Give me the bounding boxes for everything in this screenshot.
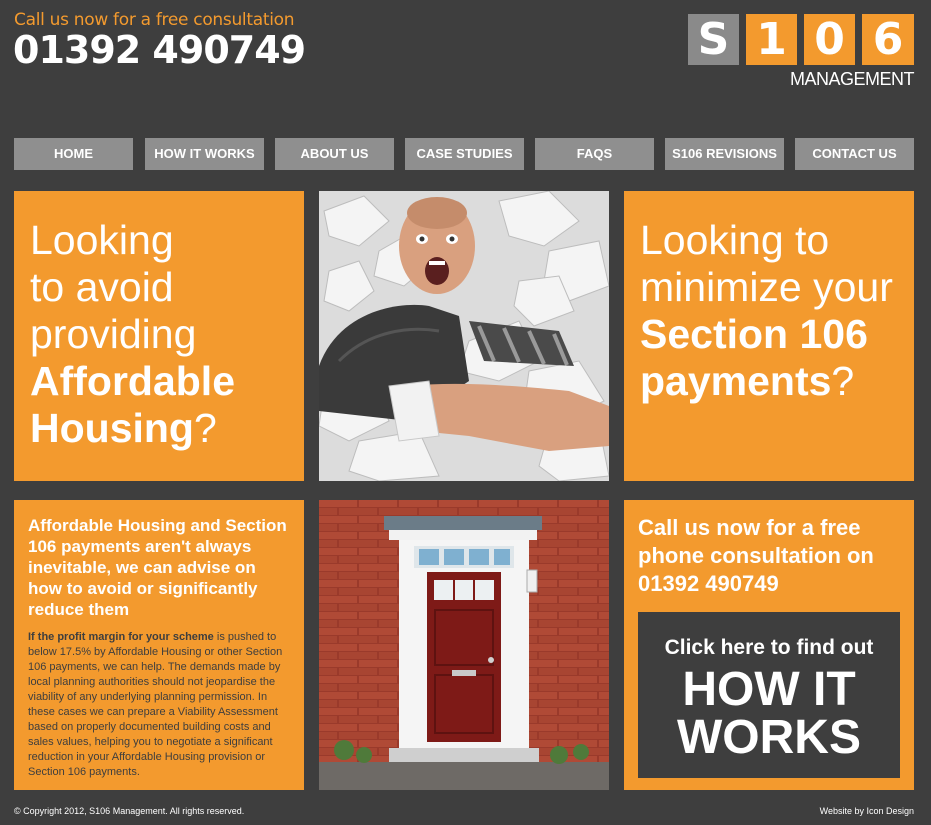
logo-letter-1: 1	[746, 14, 797, 65]
main-nav: HOME HOW IT WORKS ABOUT US CASE STUDIES …	[14, 138, 914, 170]
question-line: Looking	[30, 217, 174, 263]
logo[interactable]: S 1 0 6 MANAGEMENT	[688, 14, 915, 94]
how-it-works-button[interactable]: Click here to find out HOW IT WORKS	[638, 612, 900, 778]
info-heading: Affordable Housing and Section 106 payme…	[28, 516, 287, 619]
footer-credit-link[interactable]: Website by Icon Design	[820, 806, 914, 816]
question-line: to avoid	[30, 264, 174, 310]
question-line-bold: Affordable	[30, 358, 235, 404]
header-phone[interactable]: 01392 490749	[13, 28, 306, 72]
nav-faqs[interactable]: FAQS	[535, 138, 654, 170]
logo-subtitle: MANAGEMENT	[789, 69, 915, 89]
nav-about-us[interactable]: ABOUT US	[275, 138, 394, 170]
buried-man-photo	[319, 191, 609, 481]
question-mark: ?	[193, 405, 217, 451]
nav-contact-us[interactable]: CONTACT US	[795, 138, 914, 170]
question-line: providing	[30, 311, 197, 357]
front-door-photo	[319, 500, 609, 790]
question-mark: ?	[831, 358, 855, 404]
how-it-works-title-2: WORKS	[677, 711, 861, 764]
consultation-text: Call us now for a free phone consultatio…	[638, 515, 874, 596]
question-line-bold: payments	[640, 358, 832, 404]
affordable-housing-question: Looking to avoid providing Affordable Ho…	[30, 217, 235, 452]
info-body-text: is pushed to below 17.5% by Affordable H…	[28, 631, 283, 778]
how-it-works-lead: Click here to find out	[664, 636, 874, 659]
nav-home[interactable]: HOME	[14, 138, 133, 170]
question-line: Looking to	[640, 217, 830, 263]
logo-letter-6: 6	[862, 14, 914, 65]
info-body-lead: If the profit margin for your scheme	[28, 631, 214, 643]
nav-s106-revisions[interactable]: S106 REVISIONS	[665, 138, 784, 170]
question-line: minimize your	[640, 264, 893, 310]
how-it-works-title-1: HOW IT	[682, 663, 856, 716]
paper-pile-image	[319, 191, 609, 481]
header-tagline: Call us now for a free consultation	[14, 10, 295, 30]
section-106-panel: Looking to minimize your Section 106 pay…	[624, 191, 914, 481]
red-door-image	[319, 500, 609, 790]
info-panel: Affordable Housing and Section 106 payme…	[14, 500, 304, 790]
nav-case-studies[interactable]: CASE STUDIES	[405, 138, 524, 170]
nav-how-it-works[interactable]: HOW IT WORKS	[145, 138, 264, 170]
logo-letter-s: S	[688, 14, 739, 65]
footer-copyright: © Copyright 2012, S106 Management. All r…	[14, 806, 245, 816]
logo-letter-0: 0	[804, 14, 855, 65]
info-body: If the profit margin for your scheme is …	[28, 630, 292, 780]
section-106-question: Looking to minimize your Section 106 pay…	[640, 217, 893, 405]
question-line-bold: Section 106	[640, 311, 868, 357]
affordable-housing-panel: Looking to avoid providing Affordable Ho…	[14, 191, 304, 481]
call-to-action-panel: Call us now for a free phone consultatio…	[624, 500, 914, 790]
question-line-bold: Housing	[30, 405, 194, 451]
